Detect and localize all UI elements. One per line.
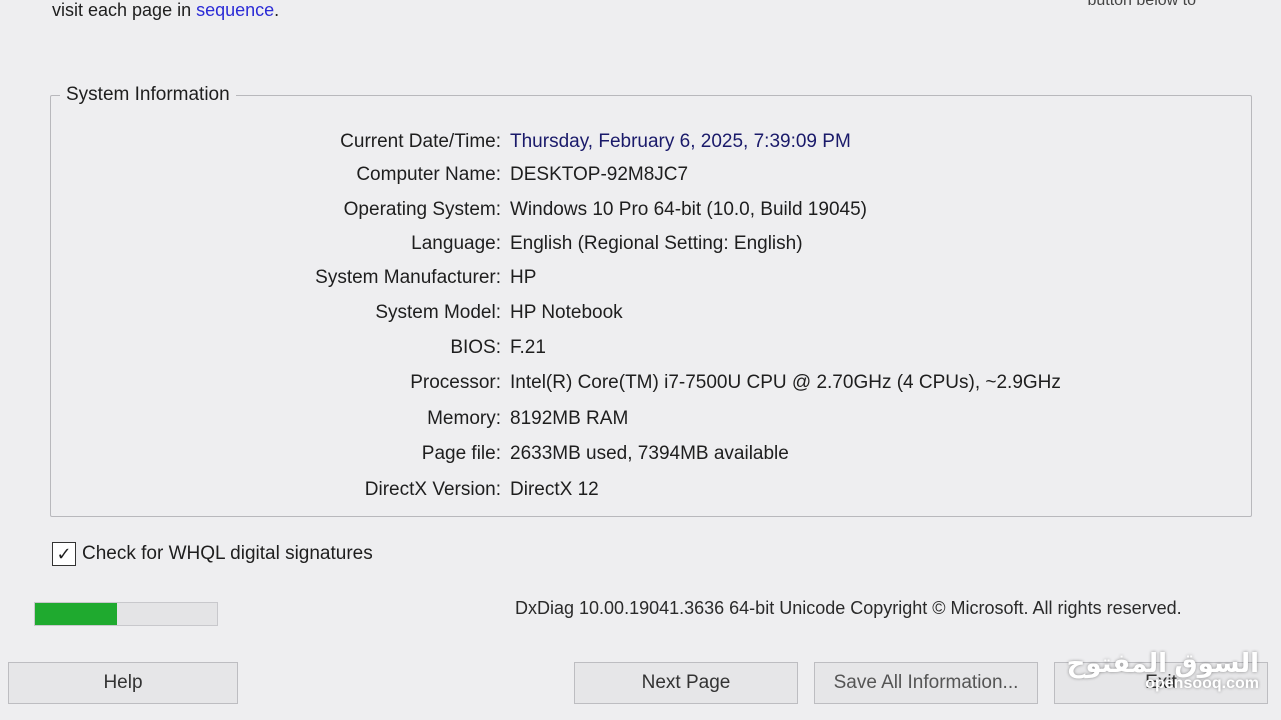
- progress-bar: [34, 602, 218, 626]
- info-row: System Model: HP Notebook: [0, 298, 1281, 328]
- info-value: F.21: [510, 337, 546, 358]
- info-row: BIOS: F.21: [0, 333, 1281, 363]
- info-row: DirectX Version: DirectX 12: [0, 475, 1281, 505]
- info-label: BIOS:: [450, 337, 501, 358]
- info-value: 2633MB used, 7394MB available: [510, 443, 789, 464]
- check-icon: ✓: [56, 544, 72, 564]
- help-button[interactable]: Help: [8, 662, 238, 704]
- info-label: System Model:: [375, 302, 501, 323]
- info-label: Memory:: [427, 408, 501, 429]
- info-value: 8192MB RAM: [510, 408, 629, 429]
- info-row: Processor: Intel(R) Core(TM) i7-7500U CPU…: [0, 368, 1281, 398]
- whql-checkbox-label: Check for WHQL digital signatures: [82, 543, 373, 564]
- info-value: DESKTOP-92M8JC7: [510, 164, 689, 185]
- progress-fill: [35, 603, 117, 625]
- info-label: Processor:: [410, 372, 501, 393]
- instruction-prefix: visit each page in: [52, 0, 197, 20]
- info-label: DirectX Version:: [364, 479, 501, 500]
- whql-checkbox[interactable]: ✓: [52, 542, 76, 566]
- info-value: Intel(R) Core(TM) i7-7500U CPU @ 2.70GHz…: [510, 372, 1061, 393]
- info-label: Language:: [411, 233, 501, 254]
- info-label: Page file:: [421, 443, 501, 464]
- info-value: Windows 10 Pro 64-bit (10.0, Build 19045…: [510, 199, 867, 220]
- info-value: DirectX 12: [510, 479, 599, 500]
- info-label: Operating System:: [343, 199, 501, 220]
- top-right-fragment: button below to: [1087, 0, 1196, 9]
- info-row: Page file: 2633MB used, 7394MB available: [0, 439, 1281, 469]
- info-value: HP: [510, 267, 537, 288]
- save-all-information-button[interactable]: Save All Information...: [814, 662, 1038, 704]
- next-page-button[interactable]: Next Page: [574, 662, 798, 704]
- copyright-text: DxDiag 10.00.19041.3636 64-bit Unicode C…: [515, 598, 1182, 618]
- instruction-suffix: .: [274, 0, 280, 20]
- sequence-link[interactable]: sequence: [196, 0, 274, 20]
- opensooq-watermark: السوق المفتوح opensooq.com: [1067, 648, 1259, 693]
- info-row: System Manufacturer: HP: [0, 263, 1281, 293]
- info-value: English (Regional Setting: English): [510, 233, 803, 254]
- top-instruction: visit each page in sequence.: [52, 0, 279, 20]
- info-label: Computer Name:: [356, 164, 501, 185]
- info-value: Thursday, February 6, 2025, 7:39:09 PM: [510, 131, 851, 152]
- whql-checkbox-row[interactable]: ✓ Check for WHQL digital signatures: [52, 540, 373, 568]
- info-value: HP Notebook: [510, 302, 623, 323]
- info-row: Computer Name: DESKTOP-92M8JC7: [0, 160, 1281, 190]
- info-row: Operating System: Windows 10 Pro 64-bit (…: [0, 195, 1281, 225]
- system-information-title: System Information: [60, 84, 236, 106]
- info-label: Current Date/Time:: [340, 131, 501, 152]
- info-row: Language: English (Regional Setting: Engl…: [0, 229, 1281, 259]
- info-label: System Manufacturer:: [315, 267, 501, 288]
- info-row: Memory: 8192MB RAM: [0, 404, 1281, 434]
- info-row: Current Date/Time: Thursday, February 6, …: [0, 127, 1281, 157]
